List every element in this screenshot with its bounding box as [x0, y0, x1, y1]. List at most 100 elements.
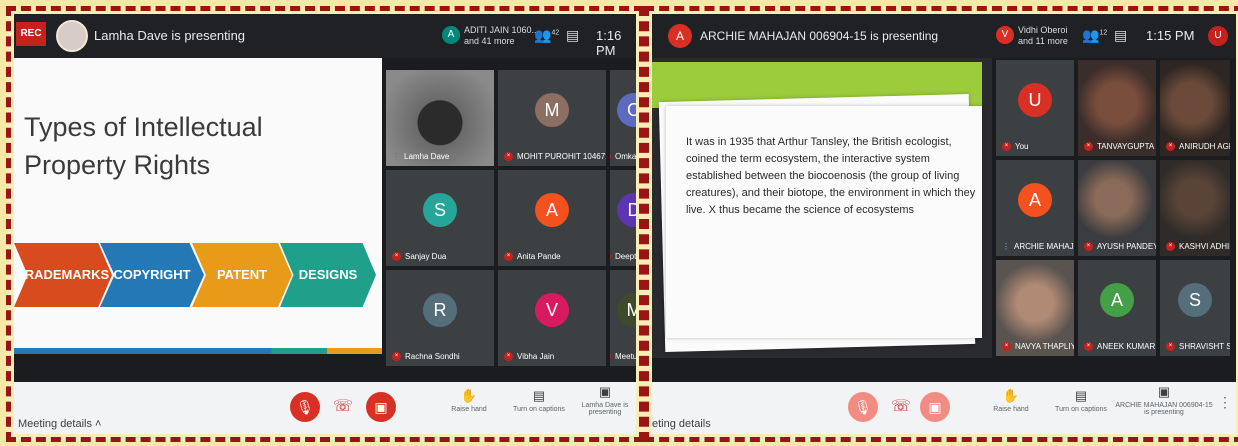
chat-icon[interactable]: ▤ — [1114, 27, 1127, 44]
mic-off-icon: × — [504, 152, 513, 161]
right-meet-screen: A ARCHIE MAHAJAN 006904-15 is presenting… — [652, 14, 1236, 434]
presenter-label: Lamha Dave is presenting — [94, 28, 246, 43]
present-status-button[interactable]: ▣ Lamha Dave is presenting — [572, 384, 636, 416]
captions-button[interactable]: ▤ Turn on captions — [1046, 388, 1116, 413]
video-tile[interactable]: ×KASHVI ADHIKAR... — [1160, 160, 1230, 256]
mic-off-button[interactable]: 🎙 — [290, 392, 320, 422]
people-count: 12 — [1099, 29, 1108, 37]
participant-avatar: A — [442, 26, 460, 44]
tile-name: ⋮ARCHIE MAHAJA... — [1002, 242, 1074, 251]
people-icon[interactable]: 👥42 — [534, 27, 559, 44]
mic-off-icon: × — [610, 352, 611, 361]
tile-avatar: R — [423, 293, 457, 328]
video-tile[interactable]: A ×ANEEK KUMAR 0... — [1078, 260, 1156, 356]
video-tile[interactable]: S ×SHRAVISHT SAM... — [1160, 260, 1230, 356]
tile-name: ×SHRAVISHT SAM... — [1166, 342, 1230, 351]
tile-avatar: U — [1018, 83, 1052, 118]
right-meeting-frame: A ARCHIE MAHAJAN 006904-15 is presenting… — [644, 6, 1238, 442]
participants-line1: Vidhi Oberoi — [1018, 25, 1068, 35]
tile-avatar: A — [1100, 283, 1134, 318]
video-tile[interactable]: ×NAVYA THAPLIYA... — [996, 260, 1074, 356]
mic-off-icon: × — [1084, 142, 1093, 151]
tile-name: ×AYUSH PANDEY 0... — [1084, 242, 1156, 251]
left-bottom-bar: Meeting details ˄ 🎙 ☏ ▣ ✋ Raise hand ▤ Tur… — [14, 382, 636, 434]
video-tile[interactable]: ×ANIRUDH AGHAR... — [1160, 60, 1230, 156]
mic-off-icon: × — [392, 352, 401, 361]
present-status-button[interactable]: ▣ ARCHIE MAHAJAN 006904-15 is presenting — [1114, 384, 1214, 416]
tile-avatar: S — [423, 193, 457, 228]
mic-off-icon: × — [1166, 242, 1175, 251]
video-tile[interactable]: A ⋮ARCHIE MAHAJA... — [996, 160, 1074, 256]
meeting-details-link[interactable]: eting details — [652, 418, 711, 430]
video-tile[interactable]: D ×Deepti Mehra — [610, 170, 636, 266]
hang-up-button[interactable]: ☏ — [886, 392, 916, 422]
clock: 1:15 PM — [1146, 28, 1195, 43]
presentation-slide: Types of Intellectual Property Rights TR… — [14, 58, 382, 354]
tile-name: ×KASHVI ADHIKAR... — [1166, 242, 1230, 251]
video-tile[interactable]: S × Sanjay Dua — [386, 170, 494, 266]
tile-name: ×Meetu Tripathi — [610, 352, 636, 361]
camera-off-button[interactable]: ▣ — [366, 392, 396, 422]
slide-title-line1: Types of Intellectual — [24, 112, 263, 142]
video-tile[interactable]: V × Vibha Jain — [498, 270, 606, 366]
tile-avatar: M — [617, 293, 636, 328]
right-bottom-bar: eting details 🎙 ☏ ▣ ✋ Raise hand ▤ Turn on… — [652, 382, 1236, 434]
tile-name: × MOHIT PUROHIT 104671 — [504, 152, 606, 161]
tile-avatar: A — [1018, 183, 1052, 218]
tile-name: × Rachna Sondhi — [392, 352, 460, 361]
present-icon: ▣ — [1157, 384, 1171, 399]
tile-avatar: M — [535, 93, 569, 128]
raise-hand-button[interactable]: ✋ Raise hand — [434, 388, 504, 413]
video-tile[interactable]: M × MOHIT PUROHIT 104671 — [498, 70, 606, 166]
participants-line1: ADITI JAIN 1060... — [464, 25, 540, 35]
camera-off-button[interactable]: ▣ — [920, 392, 950, 422]
tile-name: × Vibha Jain — [504, 352, 554, 361]
video-tile-lamha[interactable]: ⋮ Lamha Dave — [386, 70, 494, 166]
tile-name: ×Omkar Sahu — [610, 152, 636, 161]
tile-avatar: V — [535, 293, 569, 328]
slide-paper: It was in 1935 that Arthur Tansley, the … — [666, 106, 982, 338]
slide-title: Types of Intellectual Property Rights — [24, 108, 324, 184]
tile-avatar: O — [617, 93, 636, 128]
mic-off-icon: × — [1084, 242, 1093, 251]
video-tile[interactable]: U × You — [996, 60, 1074, 156]
mic-off-icon: × — [1084, 342, 1093, 351]
self-avatar[interactable]: U — [1208, 26, 1228, 46]
mic-off-icon: × — [610, 252, 611, 261]
captions-button[interactable]: ▤ Turn on captions — [504, 388, 574, 413]
video-tile[interactable]: M ×Meetu Tripathi — [610, 270, 636, 366]
tile-name: ×NAVYA THAPLIYA... — [1002, 342, 1074, 351]
video-tile[interactable]: A × Anita Pande — [498, 170, 606, 266]
mic-off-icon: × — [1002, 142, 1011, 151]
chevron-patent: PATENT — [192, 243, 292, 307]
mic-off-icon: × — [504, 352, 513, 361]
participant-avatar: V — [996, 26, 1014, 44]
mic-off-button[interactable]: 🎙 — [848, 392, 878, 422]
slide-title-line2: Property Rights — [24, 150, 211, 180]
hang-up-button[interactable]: ☏ — [328, 392, 358, 422]
tile-name: ×Deepti Mehra — [610, 252, 636, 261]
clock: 1:16 PM — [596, 28, 622, 58]
video-tile[interactable]: R × Rachna Sondhi — [386, 270, 494, 366]
video-tile[interactable]: ×TANVAYGUPTA 0... — [1078, 60, 1156, 156]
video-tile[interactable]: ×AYUSH PANDEY 0... — [1078, 160, 1156, 256]
left-meet-screen: REC Lamha Dave is presenting A ADITI JAI… — [14, 14, 636, 434]
presenter-avatar — [56, 20, 88, 52]
tile-name: × Anita Pande — [504, 252, 561, 261]
tile-avatar: D — [617, 193, 636, 228]
chevron-copyright: COPYRIGHT — [100, 243, 204, 307]
tile-name: × You — [1002, 142, 1029, 151]
tile-name: ×ANIRUDH AGHAR... — [1166, 142, 1230, 151]
people-icon[interactable]: 👥12 — [1082, 27, 1107, 44]
more-options-icon[interactable]: ⋮ — [1218, 394, 1232, 411]
meeting-details-link[interactable]: Meeting details ˄ — [18, 418, 101, 430]
tile-name: ×ANEEK KUMAR 0... — [1084, 342, 1156, 351]
captions-icon: ▤ — [532, 388, 546, 403]
chat-icon[interactable]: ▤ — [566, 27, 579, 44]
chevron-trademarks: TRADEMARKS — [14, 243, 112, 307]
raise-hand-button[interactable]: ✋ Raise hand — [976, 388, 1046, 413]
hand-icon: ✋ — [460, 388, 478, 403]
tile-avatar: S — [1178, 283, 1212, 318]
slide-bottom-strip — [14, 348, 382, 354]
video-tile[interactable]: O ×Omkar Sahu — [610, 70, 636, 166]
